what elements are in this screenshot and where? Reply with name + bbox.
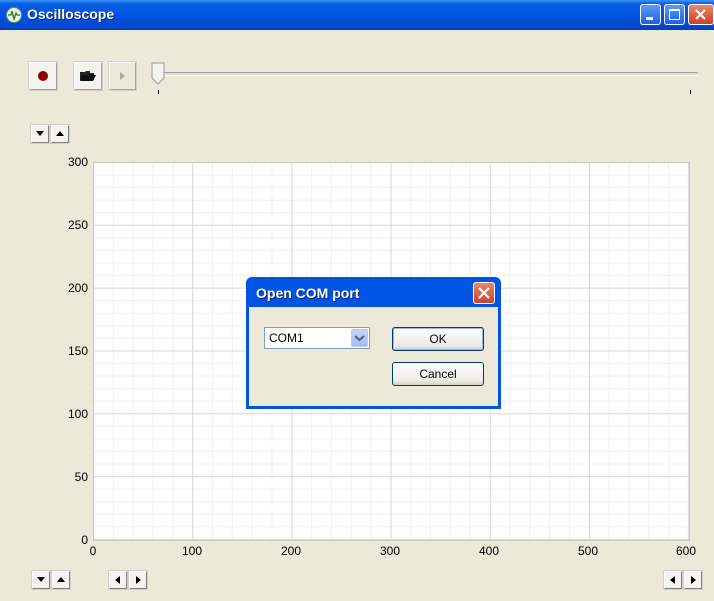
- arrow-up-icon: [57, 577, 65, 582]
- x-zoom-right-button[interactable]: [683, 570, 703, 590]
- com-port-select[interactable]: COM1: [264, 327, 370, 349]
- arrow-left-icon: [670, 576, 675, 584]
- window-title: Oscilloscope: [27, 6, 115, 22]
- position-slider-track[interactable]: [152, 72, 698, 76]
- arrow-down-icon: [36, 131, 44, 136]
- x-zoom-left-button[interactable]: [663, 570, 683, 590]
- x-scroll-right-button[interactable]: [128, 570, 148, 590]
- y-scale-down-button[interactable]: [30, 124, 50, 144]
- x-tick-label: 500: [577, 544, 599, 558]
- record-button[interactable]: [28, 61, 58, 91]
- maximize-icon: [669, 9, 680, 20]
- slider-tick-start: [158, 90, 159, 94]
- x-tick-label: 0: [89, 544, 97, 558]
- x-tick-label: 200: [280, 544, 302, 558]
- folder-open-icon: [80, 71, 96, 81]
- com-port-value: COM1: [269, 331, 304, 345]
- play-icon: [120, 72, 125, 80]
- y-offset-down-button[interactable]: [31, 570, 51, 590]
- x-tick-label: 400: [478, 544, 500, 558]
- cancel-button[interactable]: Cancel: [392, 362, 484, 386]
- play-button[interactable]: [108, 61, 137, 91]
- arrow-left-icon: [115, 576, 120, 584]
- dialog-body: COM1 OK Cancel: [249, 307, 498, 406]
- open-com-port-dialog: Open COM port COM1 OK Cancel: [246, 277, 501, 409]
- arrow-down-icon: [37, 577, 45, 582]
- y-tick-label: 250: [67, 218, 88, 232]
- y-tick-label: 150: [67, 344, 88, 358]
- slider-tick-end: [690, 90, 691, 94]
- x-tick-label: 100: [181, 544, 203, 558]
- dialog-close-button[interactable]: [473, 282, 495, 304]
- title-bar: Oscilloscope: [0, 0, 714, 30]
- dropdown-button[interactable]: [351, 329, 368, 347]
- arrow-right-icon: [691, 576, 696, 584]
- close-button[interactable]: [688, 4, 714, 25]
- y-scale-up-button[interactable]: [50, 124, 70, 144]
- close-icon: [478, 287, 490, 299]
- arrow-up-icon: [56, 131, 64, 136]
- oscilloscope-app-icon: [6, 7, 22, 23]
- chevron-down-icon: [354, 335, 365, 342]
- y-tick-label: 300: [67, 155, 88, 169]
- record-icon: [38, 71, 48, 81]
- close-icon: [695, 9, 706, 20]
- x-tick-label: 300: [379, 544, 401, 558]
- x-scroll-left-button[interactable]: [108, 570, 128, 590]
- position-slider-thumb[interactable]: [151, 62, 165, 86]
- minimize-button[interactable]: [640, 4, 661, 25]
- open-file-button[interactable]: [73, 61, 103, 91]
- dialog-title: Open COM port: [256, 285, 360, 301]
- minimize-icon: [646, 17, 653, 20]
- y-offset-up-button[interactable]: [51, 570, 71, 590]
- x-tick-label: 600: [675, 544, 697, 558]
- ok-button[interactable]: OK: [392, 327, 484, 351]
- maximize-button[interactable]: [664, 4, 685, 25]
- y-tick-label: 200: [67, 281, 88, 295]
- y-tick-label: 100: [67, 407, 88, 421]
- arrow-right-icon: [136, 576, 141, 584]
- y-tick-label: 50: [74, 470, 88, 484]
